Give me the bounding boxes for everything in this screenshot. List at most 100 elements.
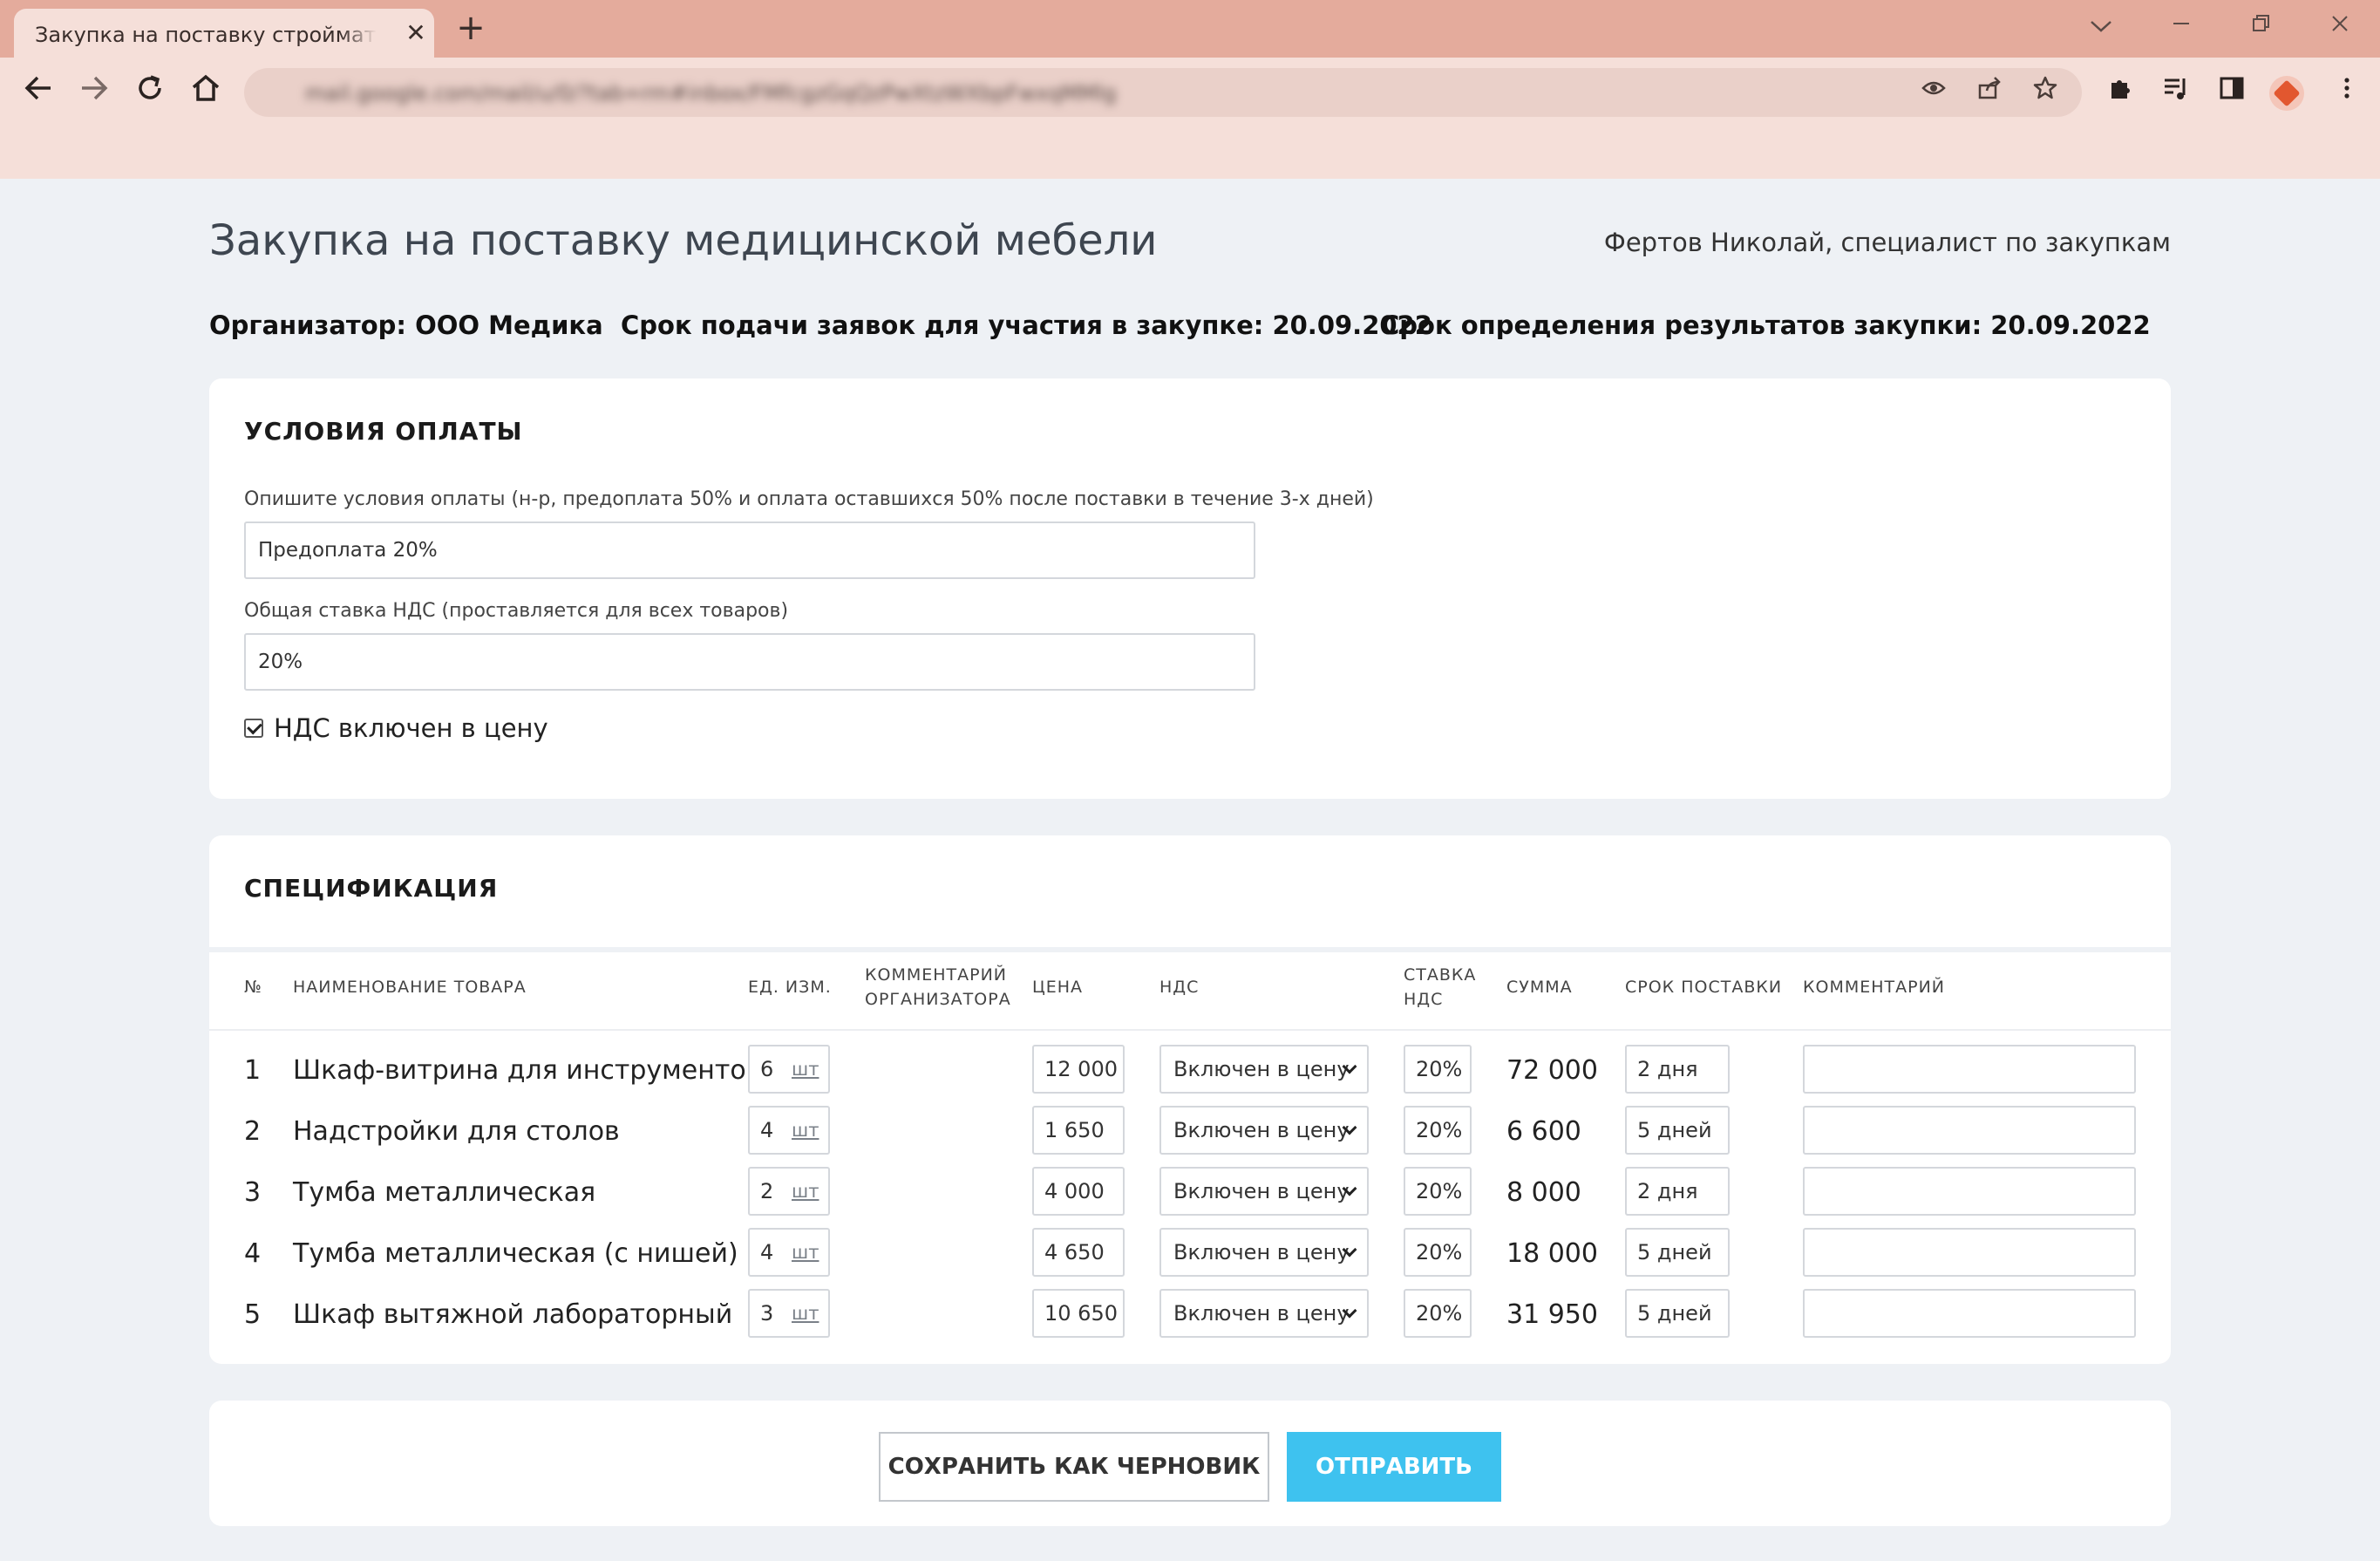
user-info: Фертов Николай, специалист по закупкам (1603, 228, 2171, 257)
results-deadline: Срок определения результатов закупки: 20… (1381, 310, 2151, 340)
quantity-value: 4 (760, 1240, 774, 1264)
close-window-icon[interactable] (2322, 10, 2357, 42)
extensions-icon[interactable] (2101, 73, 2139, 112)
unit-link[interactable]: шт (792, 1291, 819, 1336)
delivery-input[interactable]: 2 дня (1625, 1045, 1730, 1094)
new-tab-icon[interactable]: + (453, 10, 488, 45)
browser-tab[interactable]: Закупка на поставку стройматериалов ✕ (14, 9, 434, 58)
vat-select[interactable]: Включен в цену (1159, 1228, 1369, 1277)
home-icon[interactable] (187, 73, 225, 112)
vat-rate-input[interactable]: 20% (1404, 1228, 1472, 1277)
row-sum: 31 950 (1506, 1299, 1598, 1330)
table-row: 5 Шкаф вытяжной лабораторный 3 шт 10 650… (209, 1289, 2171, 1350)
comment-input[interactable] (1803, 1106, 2136, 1155)
price-input[interactable]: 1 650 (1032, 1106, 1125, 1155)
row-number: 4 (244, 1238, 262, 1269)
col-header-delivery: СРОК ПОСТАВКИ (1625, 978, 1783, 997)
table-row: 2 Надстройки для столов 4 шт 1 650 Включ… (209, 1106, 2171, 1167)
page-title: Закупка на поставку медицинской мебели (209, 216, 1158, 265)
comment-input[interactable] (1803, 1228, 2136, 1277)
vat-select[interactable]: Включен в цену (1159, 1045, 1369, 1094)
address-bar[interactable]: mail.google.com/mail/u/0/?tab=rm#inbox/F… (244, 68, 2082, 117)
specification-card: СПЕЦИФИКАЦИЯ № НАИМЕНОВАНИЕ ТОВАРА ЕД. И… (209, 835, 2171, 1364)
spec-divider (209, 947, 2171, 952)
vat-select[interactable]: Включен в цену (1159, 1289, 1369, 1338)
delivery-input[interactable]: 2 дня (1625, 1167, 1730, 1216)
url-text: mail.google.com/mail/u/0/?tab=rm#inbox/F… (305, 81, 1117, 106)
vat-select-value: Включен в цену (1173, 1240, 1350, 1264)
col-header-unit: ЕД. ИЗМ. (748, 978, 832, 997)
unit-link[interactable]: шт (792, 1169, 819, 1214)
payment-terms-title: УСЛОВИЯ ОПЛАТЫ (244, 417, 523, 446)
vat-included-checkbox-row[interactable]: НДС включен в цену (244, 713, 548, 743)
vat-included-label: НДС включен в цену (274, 713, 548, 743)
reload-icon[interactable] (131, 73, 169, 112)
quantity-input[interactable]: 4 шт (748, 1228, 830, 1277)
vat-rate-input[interactable]: 20% (1404, 1106, 1472, 1155)
profile-avatar[interactable] (2269, 76, 2304, 111)
delivery-input[interactable]: 5 дней (1625, 1106, 1730, 1155)
apply-deadline: Срок подачи заявок для участия в закупке… (621, 310, 1432, 340)
price-input[interactable]: 4 650 (1032, 1228, 1125, 1277)
vat-rate-input[interactable]: 20% (1404, 1045, 1472, 1094)
quantity-input[interactable]: 2 шт (748, 1167, 830, 1216)
payment-terms-card: УСЛОВИЯ ОПЛАТЫ Опишите условия оплаты (н… (209, 378, 2171, 799)
product-name: Надстройки для столов (293, 1116, 620, 1147)
quantity-input[interactable]: 3 шт (748, 1289, 830, 1338)
price-input[interactable]: 10 650 (1032, 1289, 1125, 1338)
vat-select-value: Включен в цену (1173, 1179, 1350, 1203)
save-draft-button[interactable]: СОХРАНИТЬ КАК ЧЕРНОВИК (879, 1432, 1269, 1502)
comment-input[interactable] (1803, 1289, 2136, 1338)
delivery-input[interactable]: 5 дней (1625, 1228, 1730, 1277)
vat-rate-input[interactable]: 20% (1404, 1289, 1472, 1338)
share-icon[interactable] (1972, 75, 2007, 110)
minimize-icon[interactable] (2164, 10, 2199, 42)
visibility-icon[interactable] (1916, 75, 1951, 110)
submit-button[interactable]: ОТПРАВИТЬ (1287, 1432, 1501, 1502)
vat-select-value: Включен в цену (1173, 1118, 1350, 1142)
unit-link[interactable]: шт (792, 1046, 819, 1092)
vat-select[interactable]: Включен в цену (1159, 1167, 1369, 1216)
quantity-input[interactable]: 6 шт (748, 1045, 830, 1094)
payment-terms-input[interactable] (244, 521, 1255, 579)
col-header-comment: КОММЕНТАРИЙ (1803, 978, 1946, 997)
row-number: 1 (244, 1055, 262, 1086)
back-icon[interactable] (19, 73, 58, 112)
media-queue-icon[interactable] (2157, 73, 2195, 112)
quantity-input[interactable]: 4 шт (748, 1106, 830, 1155)
quantity-value: 3 (760, 1301, 774, 1326)
browser-chrome: Закупка на поставку стройматериалов ✕ + … (0, 0, 2380, 179)
organizer-info: Организатор: ООО Медика (209, 310, 603, 340)
header-separator (209, 1029, 2171, 1031)
price-input[interactable]: 12 000 (1032, 1045, 1125, 1094)
vat-rate-label: Общая ставка НДС (проставляется для всех… (244, 600, 789, 622)
vat-select-value: Включен в цену (1173, 1057, 1350, 1081)
forward-icon[interactable] (75, 73, 113, 112)
bookmark-star-icon[interactable] (2028, 75, 2063, 110)
comment-input[interactable] (1803, 1045, 2136, 1094)
comment-input[interactable] (1803, 1167, 2136, 1216)
price-input[interactable]: 4 000 (1032, 1167, 1125, 1216)
side-panel-icon[interactable] (2213, 73, 2251, 112)
vat-rate-input[interactable] (244, 633, 1255, 691)
vat-select[interactable]: Включен в цену (1159, 1106, 1369, 1155)
table-row: 1 Шкаф-витрина для инструментов 6 шт 12 … (209, 1045, 2171, 1106)
unit-link[interactable]: шт (792, 1108, 819, 1153)
unit-link[interactable]: шт (792, 1230, 819, 1275)
menu-kebab-icon[interactable] (2328, 73, 2366, 112)
tab-search-icon[interactable] (2084, 10, 2118, 42)
row-number: 5 (244, 1299, 262, 1330)
col-header-vat: НДС (1159, 978, 1200, 997)
quantity-value: 2 (760, 1179, 774, 1203)
restore-icon[interactable] (2244, 10, 2279, 42)
vat-rate-input[interactable]: 20% (1404, 1167, 1472, 1216)
table-row: 3 Тумба металлическая 2 шт 4 000 Включен… (209, 1167, 2171, 1228)
tab-close-icon[interactable]: ✕ (403, 20, 429, 46)
delivery-input[interactable]: 5 дней (1625, 1289, 1730, 1338)
quantity-value: 4 (760, 1118, 774, 1142)
product-name: Тумба металлическая (с нишей) (293, 1238, 738, 1269)
col-header-vat-rate: СТАВКА НДС (1404, 963, 1476, 1012)
col-header-org-comment-line1: КОММЕНТАРИЙ (865, 965, 1008, 985)
payment-terms-label: Опишите условия оплаты (н-р, предоплата … (244, 488, 1374, 510)
vat-included-checkbox[interactable] (244, 719, 263, 738)
